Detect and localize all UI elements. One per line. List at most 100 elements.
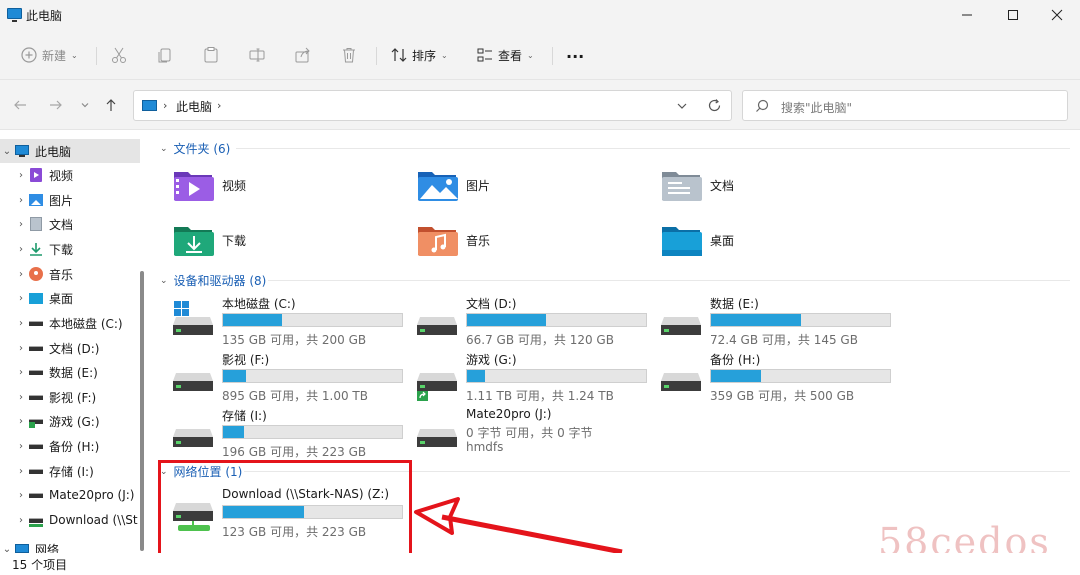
chevron-right-icon[interactable]: › xyxy=(14,343,28,354)
rename-icon xyxy=(249,48,265,62)
sidebar-item-drive-c[interactable]: › 本地磁盘 (C:) xyxy=(0,311,140,335)
chevron-right-icon[interactable]: › xyxy=(217,99,221,112)
folder-videos[interactable]: 视频 xyxy=(172,163,412,207)
sidebar-item-drive-d[interactable]: › 文档 (D:) xyxy=(0,336,140,360)
chevron-right-icon[interactable]: › xyxy=(14,441,28,452)
minimize-button[interactable] xyxy=(944,0,990,30)
sidebar-item-drive-h[interactable]: › 备份 (H:) xyxy=(0,434,140,458)
sidebar-item-drive-j[interactable]: › Mate20pro (J:) xyxy=(0,483,140,507)
up-button[interactable] xyxy=(102,96,120,114)
sidebar-item-drive-z[interactable]: › Download (\\St xyxy=(0,508,140,532)
chevron-down-icon[interactable] xyxy=(675,99,689,113)
pc-icon xyxy=(14,144,30,158)
recent-locations-button[interactable] xyxy=(76,96,94,114)
view-icon xyxy=(477,48,492,62)
chevron-right-icon[interactable]: › xyxy=(14,392,28,403)
chevron-right-icon[interactable]: › xyxy=(14,170,28,181)
sidebar-item-label: Mate20pro (J:) xyxy=(49,488,135,502)
drive-usage-fill xyxy=(711,314,801,326)
cut-button[interactable] xyxy=(110,43,128,67)
paste-button[interactable] xyxy=(202,43,220,67)
sidebar-item-drive-g[interactable]: › 游戏 (G:) xyxy=(0,409,140,433)
drive-usage-fill xyxy=(223,426,245,438)
sidebar-item-videos[interactable]: › 视频 xyxy=(0,163,140,187)
drive-g[interactable]: 游戏 (G:) 1.11 TB 可用，共 1.24 TB xyxy=(416,351,652,403)
divider xyxy=(552,47,553,65)
folder-desktop[interactable]: 桌面 xyxy=(660,218,900,262)
drive-icon xyxy=(28,365,44,379)
chevron-right-icon[interactable]: › xyxy=(14,244,28,255)
search-input[interactable]: 搜索"此电脑" xyxy=(781,99,852,116)
chevron-right-icon[interactable]: › xyxy=(14,416,28,427)
maximize-button[interactable] xyxy=(990,0,1036,30)
chevron-right-icon[interactable]: › xyxy=(14,515,28,526)
drive-e[interactable]: 数据 (E:) 72.4 GB 可用，共 145 GB xyxy=(660,295,896,347)
chevron-down-icon[interactable]: ⌄ xyxy=(160,276,168,286)
back-button[interactable] xyxy=(11,96,29,114)
share-button[interactable] xyxy=(294,43,312,67)
group-header-devices[interactable]: ⌄ 设备和驱动器 (8) xyxy=(160,272,266,289)
chevron-right-icon[interactable]: › xyxy=(14,293,28,304)
chevron-right-icon[interactable]: › xyxy=(14,219,28,230)
drive-j[interactable]: Mate20pro (J:) 0 字节 可用，共 0 字节 hmdfs xyxy=(416,407,652,475)
sidebar-item-pictures[interactable]: › 图片 xyxy=(0,188,140,212)
sidebar-item-drive-f[interactable]: › 影视 (F:) xyxy=(0,385,140,409)
close-icon xyxy=(1051,9,1063,21)
chevron-right-icon[interactable]: › xyxy=(14,195,28,206)
chevron-right-icon: › xyxy=(163,99,168,112)
drive-c[interactable]: 本地磁盘 (C:) 135 GB 可用，共 200 GB xyxy=(172,295,408,347)
chevron-right-icon[interactable]: › xyxy=(14,318,28,329)
sidebar-item-drive-e[interactable]: › 数据 (E:) xyxy=(0,360,140,384)
new-button[interactable]: 新建 ⌄ xyxy=(20,43,78,67)
group-header-folders[interactable]: ⌄ 文件夹 (6) xyxy=(160,140,230,157)
folder-documents[interactable]: 文档 xyxy=(660,163,900,207)
sidebar-scrollbar[interactable] xyxy=(140,271,144,551)
drive-h[interactable]: 备份 (H:) 359 GB 可用，共 500 GB xyxy=(660,351,896,403)
sidebar-item-label: 此电脑 xyxy=(35,144,72,159)
folder-pictures[interactable]: 图片 xyxy=(416,163,656,207)
view-button[interactable]: 查看 ⌄ xyxy=(476,43,534,67)
close-button[interactable] xyxy=(1034,0,1080,30)
chevron-down-icon[interactable]: ⌄ xyxy=(0,544,14,554)
sidebar-item-this-pc[interactable]: ⌄ 此电脑 xyxy=(0,139,140,163)
sort-button[interactable]: 排序 ⌄ xyxy=(390,43,448,67)
drive-name: Mate20pro (J:) xyxy=(466,407,552,421)
breadcrumb-this-pc[interactable]: 此电脑 xyxy=(176,98,212,115)
sort-icon xyxy=(391,48,407,62)
delete-button[interactable] xyxy=(340,43,358,67)
sidebar-item-documents[interactable]: › 文档 xyxy=(0,212,140,236)
sidebar-item-drive-i[interactable]: › 存储 (I:) xyxy=(0,459,140,483)
desktop-folder-icon xyxy=(28,291,44,305)
drive-filesystem: hmdfs xyxy=(466,440,504,454)
folder-name: 下载 xyxy=(222,233,247,248)
chevron-right-icon[interactable]: › xyxy=(14,466,28,477)
address-bar[interactable]: › 此电脑 › xyxy=(133,90,732,121)
chevron-right-icon[interactable]: › xyxy=(14,269,28,280)
folder-downloads[interactable]: 下载 xyxy=(172,218,412,262)
pictures-folder-icon xyxy=(416,167,460,203)
drive-icon xyxy=(28,464,44,478)
sidebar-item-network[interactable]: ⌄ 网络 xyxy=(0,537,140,553)
chevron-right-icon[interactable]: › xyxy=(14,490,28,501)
more-options-button[interactable]: ... xyxy=(566,40,584,64)
chevron-right-icon[interactable]: › xyxy=(14,367,28,378)
rename-button[interactable] xyxy=(248,43,266,67)
sidebar-item-label: 数据 (E:) xyxy=(49,365,98,380)
sidebar-item-downloads[interactable]: › 下载 xyxy=(0,237,140,261)
sidebar-item-desktop[interactable]: › 桌面 xyxy=(0,286,140,310)
search-box[interactable]: 搜索"此电脑" xyxy=(742,90,1068,121)
refresh-icon[interactable] xyxy=(707,98,722,113)
chevron-down-icon[interactable]: ⌄ xyxy=(0,146,14,157)
status-bar: 15 个项目 xyxy=(0,553,1080,575)
drive-i[interactable]: 存储 (I:) 196 GB 可用，共 223 GB xyxy=(172,407,408,459)
folder-name: 桌面 xyxy=(710,233,735,248)
chevron-down-icon[interactable]: ⌄ xyxy=(160,144,168,154)
sidebar-item-music[interactable]: › 音乐 xyxy=(0,262,140,286)
forward-button[interactable] xyxy=(47,96,65,114)
folder-name: 视频 xyxy=(222,178,247,193)
folder-music[interactable]: 音乐 xyxy=(416,218,656,262)
drive-d[interactable]: 文档 (D:) 66.7 GB 可用，共 120 GB xyxy=(416,295,652,347)
copy-button[interactable] xyxy=(156,43,174,67)
drive-f[interactable]: 影视 (F:) 895 GB 可用，共 1.00 TB xyxy=(172,351,408,403)
windows-drive-icon xyxy=(172,301,214,345)
